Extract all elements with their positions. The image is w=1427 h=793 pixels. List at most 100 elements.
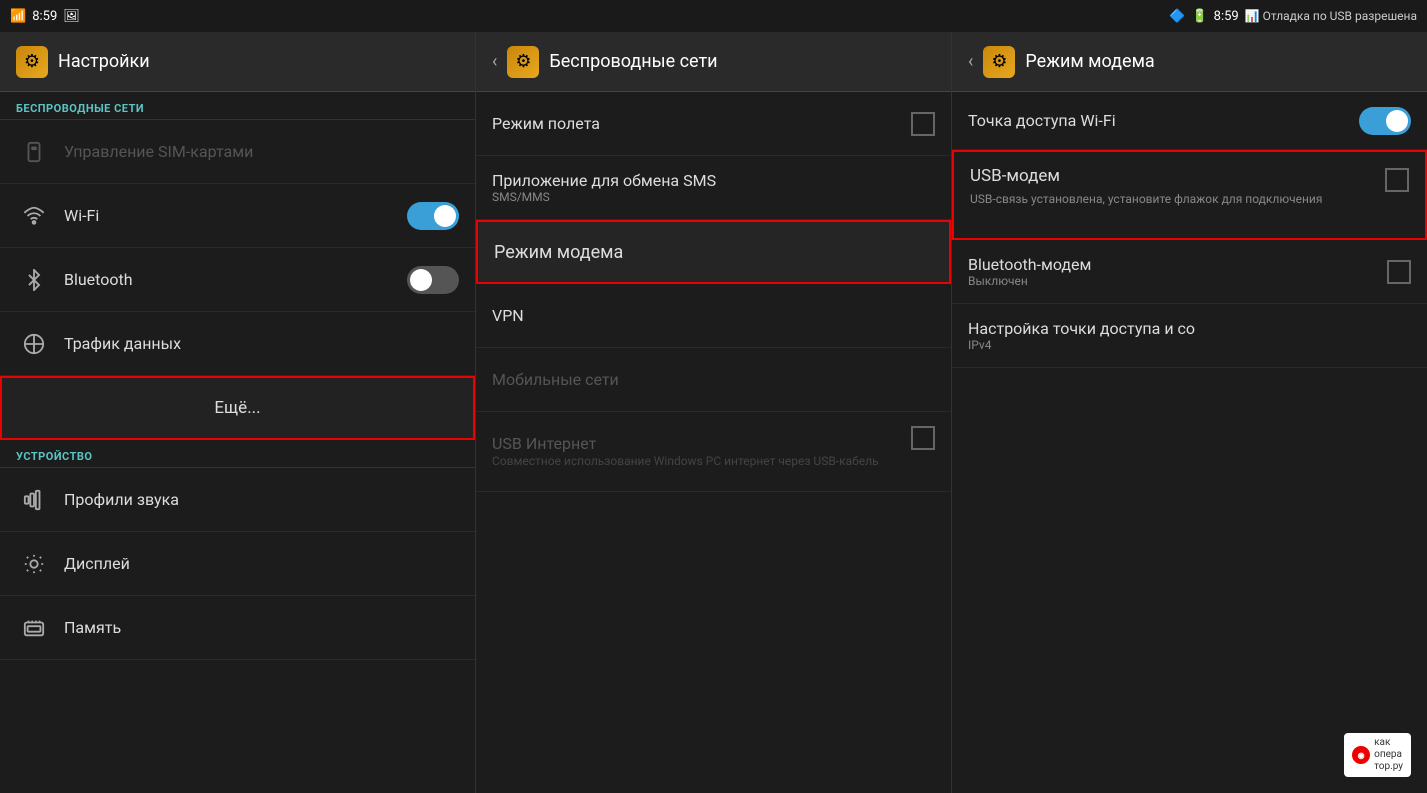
- more-text: Ещё...: [18, 398, 457, 418]
- panel2-title: Беспроводные сети: [549, 51, 717, 72]
- status-bar: 📶 8:59 🖼 🔷 🔋 8:59 📊 Отладка по USB разре…: [0, 0, 1427, 32]
- hotspot-settings-sublabel: IPv4: [968, 338, 1411, 352]
- wifi-text: Wi-Fi: [64, 206, 407, 225]
- more-item[interactable]: Ещё...: [0, 376, 475, 440]
- sim-item[interactable]: Управление SIM-картами: [0, 120, 475, 184]
- battery-status-icon: 🔋: [1191, 9, 1207, 24]
- sim-icon: [16, 141, 52, 163]
- panel-wireless: ‹ ⚙ Беспроводные сети Режим полета Прило…: [476, 32, 952, 793]
- wifi-ap-row[interactable]: Точка доступа Wi-Fi: [952, 92, 1427, 150]
- watermark-text: какоператор.ру: [1374, 737, 1403, 773]
- wifi-ap-toggle-knob: [1386, 110, 1408, 132]
- main-content: ⚙ Настройки БЕСПРОВОДНЫЕ СЕТИ Управление…: [0, 32, 1427, 793]
- modem-mode-label: Режим модема: [494, 242, 933, 263]
- bt-modem-checkbox[interactable]: [1387, 260, 1411, 284]
- panel3-back-arrow: ‹: [968, 51, 973, 72]
- bluetooth-toggle[interactable]: [407, 266, 459, 294]
- airplane-item[interactable]: Режим полета: [476, 92, 951, 156]
- display-item[interactable]: Дисплей: [0, 532, 475, 596]
- modem-mode-item[interactable]: Режим модема: [476, 220, 951, 284]
- panel2-body: Режим полета Приложение для обмена SMS S…: [476, 92, 951, 793]
- bluetooth-label: Bluetooth: [64, 270, 407, 289]
- bluetooth-toggle-knob: [410, 269, 432, 291]
- usb-modem-text: USB-модем USB-связь установлена, установ…: [970, 164, 1385, 208]
- bt-modem-sublabel: Выключен: [968, 274, 1387, 288]
- wifi-label: Wi-Fi: [64, 206, 407, 225]
- bluetooth-icon: [16, 269, 52, 291]
- panel-modem: ‹ ⚙ Режим модема Точка доступа Wi-Fi USB…: [952, 32, 1427, 793]
- wifi-item[interactable]: Wi-Fi: [0, 184, 475, 248]
- mobile-label: Мобильные сети: [492, 370, 935, 389]
- usb-modem-sublabel: USB-связь установлена, установите флажок…: [970, 190, 1385, 208]
- panel-settings: ⚙ Настройки БЕСПРОВОДНЫЕ СЕТИ Управление…: [0, 32, 476, 793]
- sound-label: Профили звука: [64, 490, 459, 509]
- hotspot-settings-label: Настройка точки доступа и со: [968, 319, 1411, 338]
- airplane-checkbox[interactable]: [911, 112, 935, 136]
- panel3-header: ‹ ⚙ Режим модема: [952, 32, 1427, 92]
- wireless-section-label: БЕСПРОВОДНЫЕ СЕТИ: [0, 92, 475, 120]
- wifi-icon: [16, 205, 52, 227]
- usb-debug-text: 📊 Отладка по USB разрешена: [1245, 9, 1417, 23]
- bt-modem-item[interactable]: Bluetooth-модем Выключен: [952, 240, 1427, 304]
- bluetooth-text: Bluetooth: [64, 270, 407, 289]
- image-status-icon: 🖼: [63, 9, 80, 24]
- bluetooth-item[interactable]: Bluetooth: [0, 248, 475, 312]
- wifi-ap-toggle[interactable]: [1359, 107, 1411, 135]
- traffic-item[interactable]: Трафик данных: [0, 312, 475, 376]
- sound-text: Профили звука: [64, 490, 459, 509]
- vpn-label: VPN: [492, 306, 935, 325]
- bt-modem-text: Bluetooth-модем Выключен: [968, 255, 1387, 288]
- airplane-label: Режим полета: [492, 114, 911, 133]
- usb-modem-item[interactable]: USB-модем USB-связь установлена, установ…: [952, 150, 1427, 240]
- memory-item[interactable]: Память: [0, 596, 475, 660]
- modem-gear-icon: ⚙: [983, 46, 1015, 78]
- panel1-header: ⚙ Настройки: [0, 32, 475, 92]
- bt-modem-label: Bluetooth-модем: [968, 255, 1387, 274]
- usb-internet-checkbox[interactable]: [911, 426, 935, 450]
- traffic-icon: [16, 333, 52, 355]
- wifi-status-icon: 📶: [10, 9, 26, 24]
- mobile-item[interactable]: Мобильные сети: [476, 348, 951, 412]
- panel1-body: БЕСПРОВОДНЫЕ СЕТИ Управление SIM-картами…: [0, 92, 475, 793]
- panel3-title: Режим модема: [1025, 51, 1154, 72]
- memory-text: Память: [64, 618, 459, 637]
- display-text: Дисплей: [64, 554, 459, 573]
- status-time-left: 8:59: [32, 9, 57, 24]
- settings-gear-icon: ⚙: [16, 46, 48, 78]
- status-time-right: 8:59: [1214, 9, 1239, 24]
- hotspot-settings-text: Настройка точки доступа и со IPv4: [968, 319, 1411, 352]
- mobile-text: Мобильные сети: [492, 370, 935, 389]
- wifi-toggle-knob: [434, 205, 456, 227]
- memory-icon: [16, 617, 52, 639]
- watermark: ◉ какоператор.ру: [1344, 733, 1411, 777]
- panel1-title: Настройки: [58, 51, 150, 72]
- sound-icon: [16, 489, 52, 511]
- airplane-text: Режим полета: [492, 114, 911, 133]
- usb-modem-checkbox[interactable]: [1385, 168, 1409, 192]
- traffic-label: Трафик данных: [64, 334, 459, 353]
- sim-text: Управление SIM-картами: [64, 142, 459, 161]
- sms-sublabel: SMS/MMS: [492, 190, 935, 204]
- bluetooth-status-icon: 🔷: [1169, 9, 1185, 24]
- hotspot-settings-item[interactable]: Настройка точки доступа и со IPv4: [952, 304, 1427, 368]
- status-right: 🔷 🔋 8:59 📊 Отладка по USB разрешена: [948, 9, 1417, 24]
- sound-item[interactable]: Профили звука: [0, 468, 475, 532]
- sim-label: Управление SIM-картами: [64, 142, 459, 161]
- panel2-back-arrow: ‹: [492, 51, 497, 72]
- sms-label: Приложение для обмена SMS: [492, 171, 935, 190]
- panel3-body: Точка доступа Wi-Fi USB-модем USB-связь …: [952, 92, 1427, 793]
- vpn-text: VPN: [492, 306, 935, 325]
- modem-mode-text: Режим модема: [494, 242, 933, 263]
- vpn-item[interactable]: VPN: [476, 284, 951, 348]
- watermark-logo: ◉: [1352, 746, 1370, 764]
- wifi-toggle[interactable]: [407, 202, 459, 230]
- usb-internet-item[interactable]: USB Интернет Совместное использование Wi…: [476, 412, 951, 492]
- memory-label: Память: [64, 618, 459, 637]
- sms-item[interactable]: Приложение для обмена SMS SMS/MMS: [476, 156, 951, 220]
- sms-text: Приложение для обмена SMS SMS/MMS: [492, 171, 935, 204]
- usb-internet-sublabel: Совместное использование Windows PC инте…: [492, 453, 911, 470]
- usb-internet-label: USB Интернет: [492, 434, 911, 453]
- more-label: Ещё...: [214, 398, 260, 418]
- wifi-ap-label: Точка доступа Wi-Fi: [968, 111, 1116, 130]
- display-label: Дисплей: [64, 554, 459, 573]
